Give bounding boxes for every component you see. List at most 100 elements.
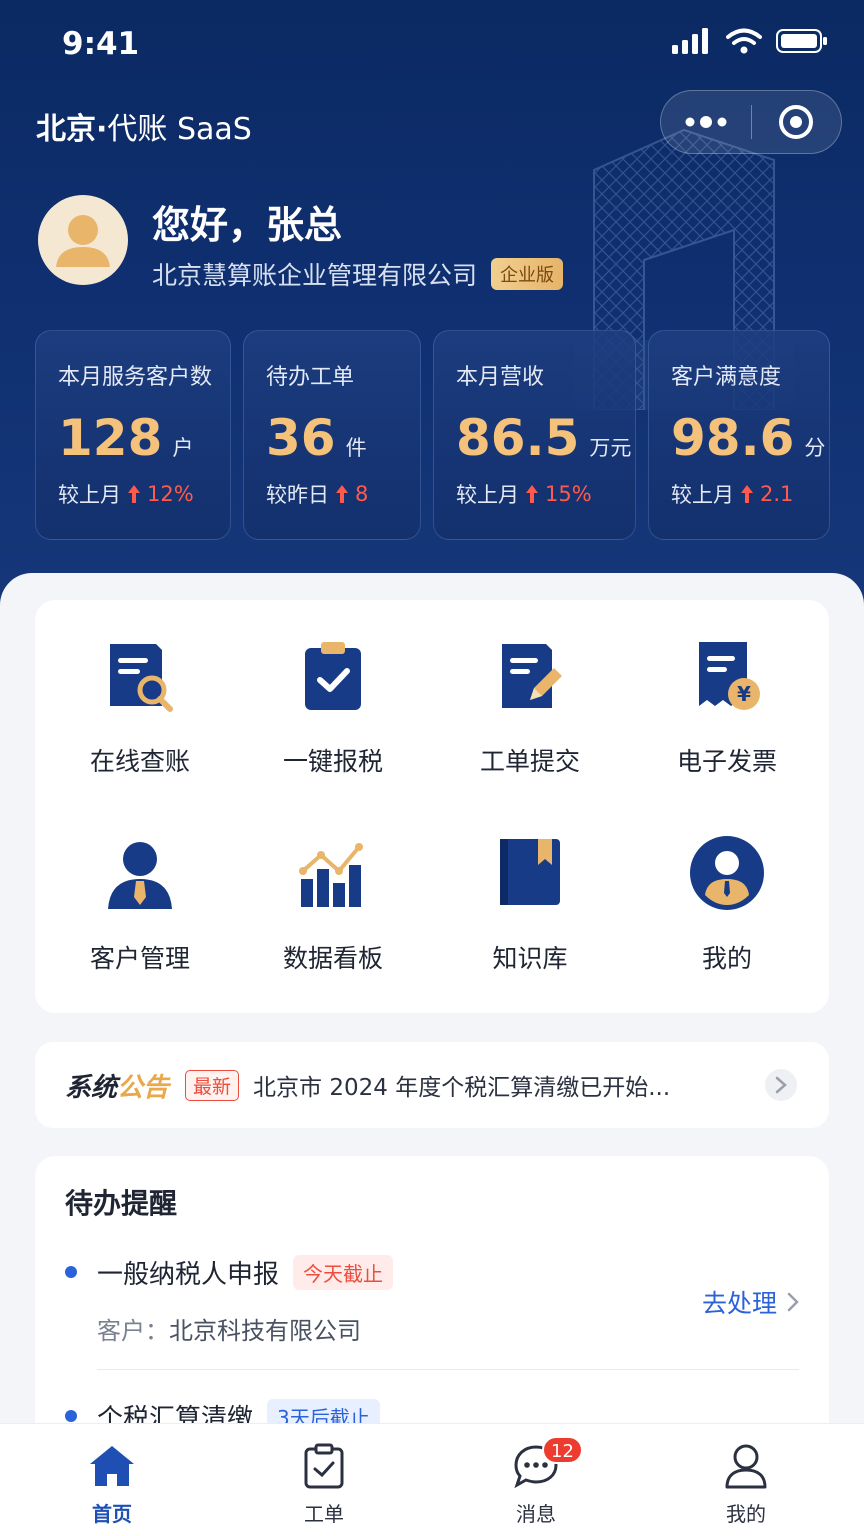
clipboard-icon [304, 1443, 344, 1489]
profile-icon [690, 836, 764, 910]
tab-label: 工单 [304, 1502, 344, 1526]
header: 9:41 北京·代账 SaaS 您好，张总 北京慧算账企业管理有限公司 企业版 … [0, 0, 864, 640]
status-bar: 9:41 [0, 0, 864, 84]
invoice-yen-icon: ¥ [699, 642, 760, 710]
brand-title: 北京·代账 SaaS [36, 104, 252, 148]
system-notice-bar[interactable]: 系统 公告 最新 北京市 2024 年度个税汇算清缴已开始... [35, 1042, 829, 1128]
shortcut-label: 工单提交 [479, 747, 580, 776]
stat-compare: 较昨日 [266, 483, 329, 507]
shortcut-e-invoice[interactable]: ¥ 电子发票 [627, 638, 827, 778]
shortcut-grid: 在线查账 一键报税 工单提交 ¥ 电子发票 客户管理 数据看板 知识库 我的 [35, 600, 829, 1013]
shortcut-label: 一键报税 [282, 747, 383, 776]
stat-trend: 较上月 2.1 [671, 479, 829, 509]
more-button[interactable] [661, 91, 751, 153]
deadline-badge: 今天截止 [293, 1255, 394, 1290]
stat-compare: 较上月 [671, 483, 734, 507]
todo-title: 待办提醒 [65, 1187, 178, 1220]
stat-value-row: 128 户 [58, 409, 230, 467]
stats-row: 本月服务客户数 128 户 较上月 12% 待办工单 36 件 较昨日 8 本月… [35, 330, 830, 540]
stat-unit: 户 [172, 436, 194, 460]
shortcut-mine[interactable]: 我的 [627, 835, 827, 975]
stat-unit: 分 [804, 436, 826, 460]
stat-label: 客户满意度 [671, 365, 782, 390]
notice-title-b: 公告 [117, 1072, 170, 1103]
stat-label: 待办工单 [266, 365, 355, 390]
notice-title-a: 系统 [65, 1072, 118, 1103]
status-icons [672, 28, 828, 54]
chart-icon [299, 843, 363, 907]
tab-label: 我的 [726, 1502, 766, 1526]
shortcut-online-ledger[interactable]: 在线查账 [40, 638, 240, 778]
todo-process-link[interactable]: 去处理 [702, 1284, 799, 1320]
stat-value-row: 86.5 万元 [456, 409, 635, 467]
shortcut-one-click-tax[interactable]: 一键报税 [233, 638, 433, 778]
stat-trend: 较上月 15% [456, 479, 635, 509]
unread-badge: 12 [542, 1436, 583, 1464]
shortcut-data-dashboard[interactable]: 数据看板 [233, 835, 433, 975]
stat-card-tickets[interactable]: 待办工单 36 件 较昨日 8 [243, 330, 421, 540]
bottom-tab-bar: 首页 工单 消息 12 我的 [0, 1423, 864, 1536]
brand-dot: · [96, 112, 108, 147]
tab-icon-wrap [52, 1442, 172, 1490]
stat-card-revenue[interactable]: 本月营收 86.5 万元 较上月 15% [433, 330, 636, 540]
signal-icon [672, 28, 708, 54]
arrow-up-icon [128, 485, 140, 503]
stat-number: 36 [266, 409, 336, 467]
tab-home[interactable]: 首页 [52, 1442, 172, 1527]
tab-profile[interactable]: 我的 [686, 1442, 806, 1527]
close-mini-program-button[interactable] [752, 91, 841, 153]
todo-divider [97, 1369, 799, 1370]
stat-unit: 万元 [589, 436, 632, 460]
battery-icon [776, 29, 827, 53]
tab-icon-wrap [264, 1442, 384, 1490]
svg-text:¥: ¥ [737, 682, 751, 706]
clipboard-check-icon [305, 642, 361, 710]
tab-tickets[interactable]: 工单 [264, 1442, 384, 1527]
stat-number: 128 [58, 409, 163, 467]
user-icon [725, 1444, 767, 1489]
company-row: 北京慧算账企业管理有限公司 企业版 [152, 256, 564, 292]
stat-number: 98.6 [671, 409, 795, 467]
mini-program-capsule [660, 90, 842, 154]
stat-change: 8 [355, 482, 369, 506]
todo-card: 待办提醒 一般纳税人申报 今天截止 客户：北京科技有限公司 去处理 个税汇算清缴… [35, 1156, 829, 1456]
client-label: 客户： [97, 1317, 169, 1345]
stat-value-row: 98.6 分 [671, 409, 829, 467]
stat-label: 本月营收 [456, 365, 545, 390]
stat-change: 12% [147, 482, 194, 506]
stat-trend: 较昨日 8 [266, 479, 420, 509]
arrow-up-icon [336, 485, 348, 503]
avatar[interactable] [38, 195, 128, 285]
shortcut-knowledge-base[interactable]: 知识库 [430, 835, 630, 975]
book-icon [500, 839, 560, 905]
shortcut-ticket-submit[interactable]: 工单提交 [430, 638, 630, 778]
stat-trend: 较上月 12% [58, 479, 230, 509]
brand-city: 北京 [36, 112, 96, 147]
stat-number: 86.5 [456, 409, 580, 467]
tab-messages[interactable]: 消息 12 [476, 1436, 596, 1527]
notice-text: 北京市 2024 年度个税汇算清缴已开始... [253, 1075, 671, 1101]
stat-card-satisfaction[interactable]: 客户满意度 98.6 分 较上月 2.1 [648, 330, 830, 540]
shortcut-label: 数据看板 [282, 944, 383, 973]
stat-compare: 较上月 [456, 483, 519, 507]
chevron-right-icon [775, 1076, 787, 1094]
tab-icon-wrap [686, 1442, 806, 1490]
document-search-icon [110, 644, 173, 712]
shortcut-label: 知识库 [492, 944, 568, 973]
stat-label: 本月服务客户数 [58, 365, 213, 390]
status-time: 9:41 [62, 26, 140, 62]
brand-name: 代账 SaaS [107, 112, 252, 147]
stat-card-customers[interactable]: 本月服务客户数 128 户 较上月 12% [35, 330, 231, 540]
stat-change: 2.1 [760, 482, 794, 506]
stat-unit: 件 [345, 436, 367, 460]
document-edit-icon [502, 644, 562, 708]
notice-new-badge: 最新 [185, 1069, 240, 1101]
notice-arrow-button[interactable] [765, 1069, 797, 1101]
target-icon [779, 105, 814, 139]
shortcut-label: 在线查账 [89, 747, 190, 776]
shortcut-label: 电子发票 [676, 747, 777, 776]
shortcut-customer-mgmt[interactable]: 客户管理 [40, 835, 240, 975]
greeting-text: 您好，张总 [152, 203, 343, 247]
arrow-up-icon [526, 485, 538, 503]
todo-item-title: 一般纳税人申报 [97, 1260, 280, 1290]
